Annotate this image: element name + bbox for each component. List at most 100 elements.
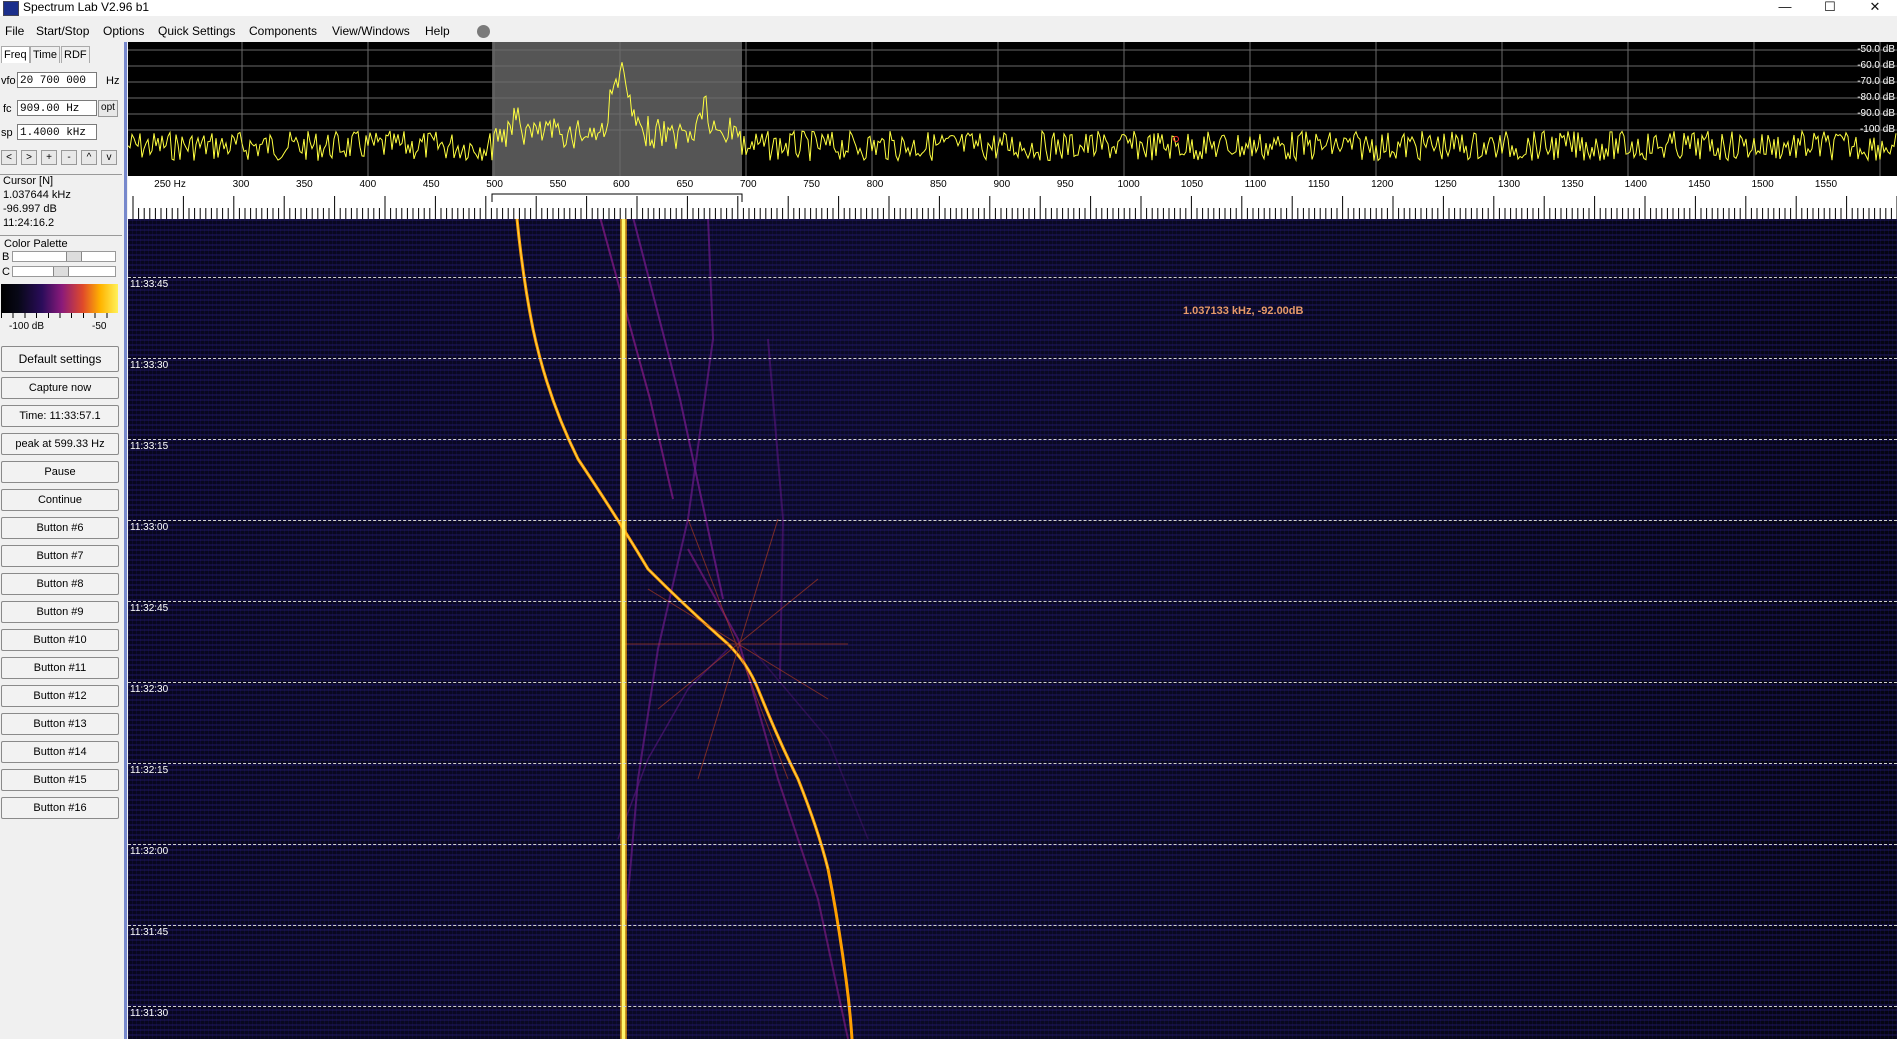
starburst	[622, 518, 848, 780]
spectrum-plot	[128, 42, 1897, 176]
window-title: Spectrum Lab V2.96 b1	[23, 0, 150, 14]
contrast-slider-thumb[interactable]	[52, 267, 69, 276]
pause-button[interactable]: Pause	[1, 461, 119, 483]
frequency-label: 450	[423, 179, 440, 190]
frequency-label: 1100	[1245, 179, 1267, 190]
time-gridline	[128, 358, 1897, 359]
frequency-label: 650	[676, 179, 693, 190]
button-7[interactable]: Button #7	[1, 545, 119, 567]
capture-now-button[interactable]: Capture now	[1, 377, 119, 399]
frequency-label: 400	[359, 179, 376, 190]
panel-splitter[interactable]	[124, 42, 127, 1039]
vfo-unit: Hz	[106, 75, 120, 87]
cursor-title: Cursor [N]	[3, 175, 54, 187]
palette-ticks	[1, 313, 118, 318]
menu-file[interactable]: File	[5, 24, 24, 38]
time-button[interactable]: Time: 11:33:57.1	[1, 405, 119, 427]
close-button[interactable]: ✕	[1855, 0, 1895, 16]
frequency-label: 600	[613, 179, 630, 190]
zoom-out-button[interactable]: -	[61, 150, 77, 165]
sp-field[interactable]: 1.4000 kHz	[17, 124, 97, 140]
tab-time[interactable]: Time	[30, 46, 61, 63]
menu-quick-settings[interactable]: Quick Settings	[158, 24, 235, 38]
time-label: 11:31:45	[130, 927, 169, 938]
brightness-slider[interactable]	[12, 251, 116, 262]
db-label: -60.0 dB	[1857, 60, 1895, 71]
menu-options[interactable]: Options	[103, 24, 144, 38]
waterfall-display[interactable]: 11:33:45 11:33:30 11:33:15 11:33:00 11:32:45…	[128, 219, 1897, 1039]
vfo-field[interactable]: 20 700 000	[17, 72, 97, 88]
maximize-button[interactable]: ☐	[1810, 0, 1850, 16]
faint-trace-1	[599, 219, 674, 500]
vfo-label: vfo	[1, 75, 16, 87]
continue-button[interactable]: Continue	[1, 489, 119, 511]
button-9[interactable]: Button #9	[1, 601, 119, 623]
button-14[interactable]: Button #14	[1, 741, 119, 763]
frequency-label: 250 Hz	[154, 179, 186, 190]
button-12[interactable]: Button #12	[1, 685, 119, 707]
default-settings-button[interactable]: Default settings	[1, 346, 119, 372]
time-gridline	[128, 763, 1897, 764]
time-label: 11:33:30	[130, 360, 169, 371]
brightness-slider-thumb[interactable]	[65, 252, 82, 261]
opt-button[interactable]: opt	[98, 100, 118, 117]
time-label: 11:33:00	[130, 522, 169, 533]
contrast-slider[interactable]	[12, 266, 116, 277]
cursor-level: -96.997 dB	[3, 203, 57, 215]
button-15[interactable]: Button #15	[1, 769, 119, 791]
button-6[interactable]: Button #6	[1, 517, 119, 539]
minimize-button[interactable]: —	[1765, 0, 1805, 16]
fc-field[interactable]: 909.00 Hz	[17, 100, 97, 116]
db-label: -80.0 dB	[1857, 92, 1895, 103]
time-label: 11:33:15	[130, 441, 169, 452]
frequency-label: 1200	[1371, 179, 1394, 190]
menu-help[interactable]: Help	[425, 24, 450, 38]
button-8[interactable]: Button #8	[1, 573, 119, 595]
button-13[interactable]: Button #13	[1, 713, 119, 735]
db-label: -100 dB	[1859, 124, 1895, 135]
color-palette-gradient[interactable]	[1, 284, 118, 313]
palette-title: Color Palette	[4, 238, 68, 250]
peak-button[interactable]: peak at 599.33 Hz	[1, 433, 119, 455]
menu-start-stop[interactable]: Start/Stop	[36, 24, 89, 38]
frequency-label: 300	[233, 179, 250, 190]
frequency-scale[interactable]: 250 Hz 300 350 400 450 500 550 600 650 700 750 800 8…	[128, 176, 1897, 219]
frequency-axis: 250 Hz 300 350 400 450 500 550 600 650 700 750 800 8…	[132, 179, 1897, 219]
nav-up-button[interactable]: ^	[81, 150, 97, 165]
zoom-in-button[interactable]: +	[41, 150, 57, 165]
title-bar: Spectrum Lab V2.96 b1 — ☐ ✕	[0, 0, 1897, 16]
cursor-readout: 1.037133 kHz, -92.00dB	[1183, 305, 1304, 317]
sp-label: sp	[1, 127, 13, 139]
menu-components[interactable]: Components	[249, 24, 317, 38]
tab-rdf[interactable]: RDF	[61, 46, 90, 63]
palette-min-label: -100 dB	[9, 321, 45, 332]
time-label: 11:32:15	[130, 765, 169, 776]
nav-right-button[interactable]: >	[21, 150, 37, 165]
faint-trace-4	[687, 548, 849, 1039]
nav-left-button[interactable]: <	[1, 150, 17, 165]
nav-down-button[interactable]: v	[101, 150, 117, 165]
spectrum-graph[interactable]: -50.0 dB -60.0 dB -70.0 dB -80.0 dB -90.0 dB…	[128, 42, 1897, 176]
frequency-label: 1300	[1498, 179, 1521, 190]
tab-freq[interactable]: Freq	[1, 46, 30, 63]
cursor-time: 11:24:16.2	[3, 217, 55, 229]
time-label: 11:32:45	[130, 603, 169, 614]
record-indicator-icon[interactable]	[477, 25, 490, 38]
frequency-label: 1350	[1561, 179, 1584, 190]
menu-view-windows[interactable]: View/Windows	[332, 24, 410, 38]
frequency-label: 1000	[1117, 179, 1140, 190]
frequency-label: 1150	[1308, 179, 1330, 190]
button-16[interactable]: Button #16	[1, 797, 119, 819]
time-gridline	[128, 277, 1897, 278]
db-label: -90.0 dB	[1857, 108, 1895, 119]
time-label: 11:31:30	[130, 1008, 169, 1019]
db-label: -70.0 dB	[1857, 76, 1895, 87]
button-10[interactable]: Button #10	[1, 629, 119, 651]
spectrum-trace	[128, 62, 1897, 163]
frequency-label: 350	[296, 179, 313, 190]
cursor-info: Cursor [N] 1.037644 kHz -96.997 dB 11:24…	[0, 174, 122, 236]
button-11[interactable]: Button #11	[1, 657, 119, 679]
frequency-label: 1550	[1815, 179, 1838, 190]
fc-label: fc	[3, 103, 12, 115]
frequency-label: 800	[867, 179, 884, 190]
